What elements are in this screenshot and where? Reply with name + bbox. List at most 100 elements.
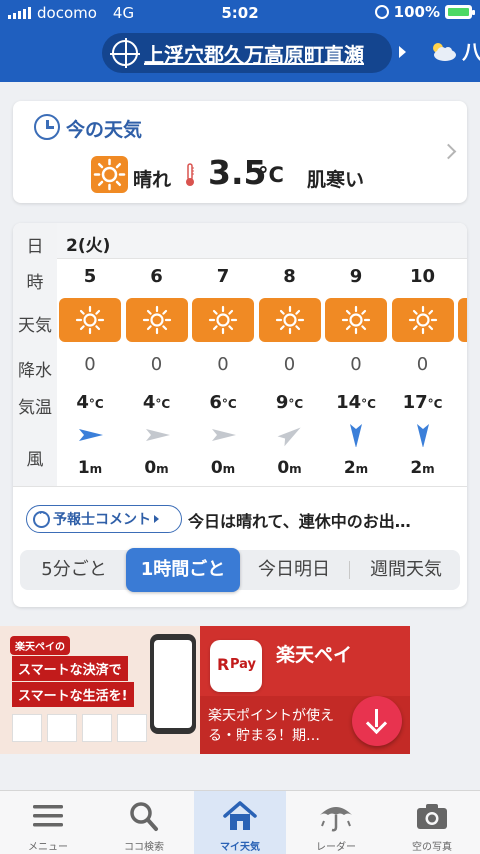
tab-menu[interactable]: メニュー [0,791,96,854]
sunny-icon [325,298,387,342]
wind-cell: 0m [144,458,169,478]
rakuten-pay-logo: R Pay [210,640,262,692]
clock-icon [34,114,60,140]
camera-icon [417,804,447,829]
forecaster-comment-button[interactable]: 予報士コメント [26,505,182,533]
menu-icon [33,805,63,827]
tab-weekly[interactable]: 週間天気 [352,550,460,590]
next-location-name: 八 [462,40,480,64]
tab-radar[interactable]: レーダー [288,791,384,854]
tab-search[interactable]: ココ検索 [96,791,192,854]
forecaster-comment-label: 予報士コメント [53,512,151,528]
date-row: 2(火) [57,223,467,259]
current-weather-card[interactable]: 今の天気 晴れ 3.5 °C 肌寒い [13,101,467,203]
sunny-icon [391,298,454,342]
tab-my-weather-label: マイ天気 [220,842,260,853]
sunny-icon [59,298,121,342]
thermometer-icon [186,163,194,186]
wind-direction-icon [190,423,256,447]
sunny-icon [192,298,254,342]
temp-cell: 4°C [142,392,171,413]
wind-cell: 2m [410,458,435,478]
wind-cell: 2m [343,458,369,478]
label-rain: 降水 [18,361,52,381]
battery-percent: 100% [393,3,440,21]
ad-description: 楽天ポイントが使える・貯まる！期… [208,708,334,744]
wind-direction-icon [57,423,123,447]
wind-direction-icon [257,423,323,447]
sunny-icon [125,298,188,342]
current-weather-title: 今の天気 [66,119,143,141]
hour-cell: 7 [216,266,230,287]
date-label: 2(火) [66,236,111,256]
tab-search-label: ココ検索 [124,842,164,853]
temperature-unit: °C [258,163,284,187]
sunny-icon-partial [458,298,467,342]
forecaster-comment-text[interactable]: 今日は晴れて、連休中のお出… [188,508,411,532]
temp-cell: 4°C [76,392,104,413]
temp-cell: 9°C [275,392,304,413]
temp-cell: 6°C [209,392,237,413]
label-wind: 風 [26,450,44,470]
wind-direction-icon [124,423,190,447]
temp-cell: 17°C [402,392,443,413]
tab-hourly[interactable]: 1時間ごと [126,548,240,592]
rain-cell: 0 [283,354,296,375]
wind-direction-icon [323,423,389,448]
hour-cell: 8 [283,266,296,287]
ad-tag: 楽天ペイの [10,636,70,655]
ad-brand-name: 楽天ペイ [276,644,353,666]
tab-sky-photo[interactable]: 空の写真 [384,791,480,854]
tab-5-minutes[interactable]: 5分ごと [20,550,128,590]
feels-like-text: 肌寒い [307,169,365,191]
ad-line-2: スマートな生活を! [12,682,134,707]
hour-cell: 10 [409,266,436,287]
hour-cell: 5 [83,266,97,287]
rain-cell: 0 [416,354,429,375]
home-icon [223,801,257,830]
ad-illustrations [12,714,147,742]
sunny-icon [258,298,321,342]
tab-menu-label: メニュー [28,842,68,853]
temp-cell: 14°C [336,392,376,413]
wind-cell: 0m [210,458,236,478]
wind-direction-icon [390,423,456,448]
rain-cell: 0 [350,354,362,375]
tab-my-weather[interactable]: マイ天気 [194,791,286,854]
status-bar: docomo 4G 5:02 100% [0,0,480,26]
next-location-arrow-icon[interactable] [399,46,406,58]
current-condition: 晴れ [133,169,172,191]
sunny-icon [91,156,128,193]
hour-cell: 9 [349,266,363,287]
rain-cell: 0 [150,354,163,375]
next-location[interactable]: 八 [428,36,480,65]
bottom-tab-bar: メニュー ココ検索 マイ天気 レーダー 空の写真 [0,790,480,854]
chat-bubble-icon [33,509,50,528]
app-header: docomo 4G 5:02 100% 上浮穴郡久万高原町直瀬 八 [0,0,480,82]
rain-cell: 0 [217,354,229,375]
wind-cell: 0m [277,458,302,478]
label-hour: 時 [26,273,44,293]
rain-cell: 0 [84,354,96,375]
umbrella-icon [320,807,352,832]
chevron-right-icon [440,143,457,160]
location-selector[interactable]: 上浮穴郡久万高原町直瀬 [102,33,392,73]
ad-left-panel: 楽天ペイの スマートな決済で スマートな生活を! [0,626,200,754]
tab-today-tomorrow[interactable]: 今日明日 [244,550,344,590]
location-crosshair-icon [110,38,140,68]
ad-banner[interactable]: 楽天ペイの スマートな決済で スマートな生活を! R Pay 楽天ペイ 楽天ポイ… [0,626,410,754]
hour-cell: 6 [150,266,163,287]
download-icon[interactable] [352,696,402,746]
ad-line-1: スマートな決済で [12,656,128,681]
play-arrow-icon [154,515,159,523]
battery-icon [445,5,475,19]
wind-cell: 1m [77,458,103,478]
location-name: 上浮穴郡久万高原町直瀬 [144,42,364,67]
tab-sky-photo-label: 空の写真 [412,842,452,853]
divider [13,486,467,487]
search-icon [130,802,158,831]
partly-cloudy-icon [433,42,456,61]
interval-segmented-control: 5分ごと 1時間ごと 今日明日 週間天気 [20,548,460,592]
tab-radar-label: レーダー [316,842,356,853]
label-weather: 天気 [18,316,52,336]
